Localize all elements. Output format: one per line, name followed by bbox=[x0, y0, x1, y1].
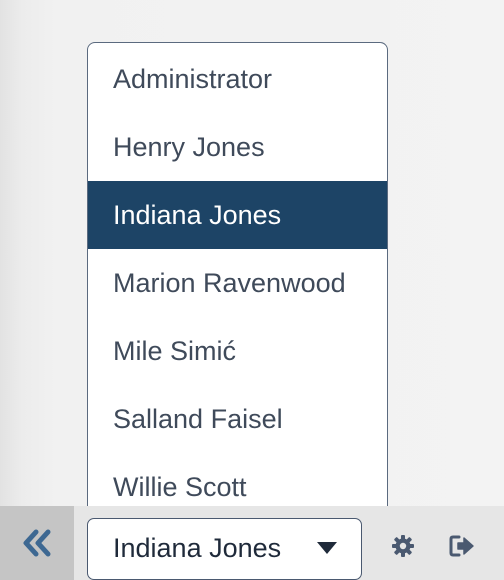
settings-button[interactable] bbox=[388, 531, 418, 561]
user-select[interactable]: Indiana Jones bbox=[87, 518, 362, 580]
user-option-mile-simic[interactable]: Mile Simić bbox=[88, 317, 387, 385]
user-option-administrator[interactable]: Administrator bbox=[88, 45, 387, 113]
user-dropdown-list: Administrator Henry Jones Indiana Jones … bbox=[87, 42, 388, 519]
bottom-toolbar: Indiana Jones bbox=[0, 506, 504, 580]
user-option-marion-ravenwood[interactable]: Marion Ravenwood bbox=[88, 249, 387, 317]
gear-icon bbox=[392, 535, 414, 557]
user-option-indiana-jones[interactable]: Indiana Jones bbox=[88, 181, 387, 249]
selected-user-value: Indiana Jones bbox=[113, 533, 282, 563]
logout-icon bbox=[449, 535, 474, 557]
caret-down-icon bbox=[317, 542, 337, 554]
collapse-sidebar-button[interactable] bbox=[0, 506, 74, 580]
user-option-salland-faisel[interactable]: Salland Faisel bbox=[88, 385, 387, 453]
double-chevron-left-icon bbox=[23, 529, 51, 557]
user-option-henry-jones[interactable]: Henry Jones bbox=[88, 113, 387, 181]
logout-button[interactable] bbox=[447, 531, 477, 561]
